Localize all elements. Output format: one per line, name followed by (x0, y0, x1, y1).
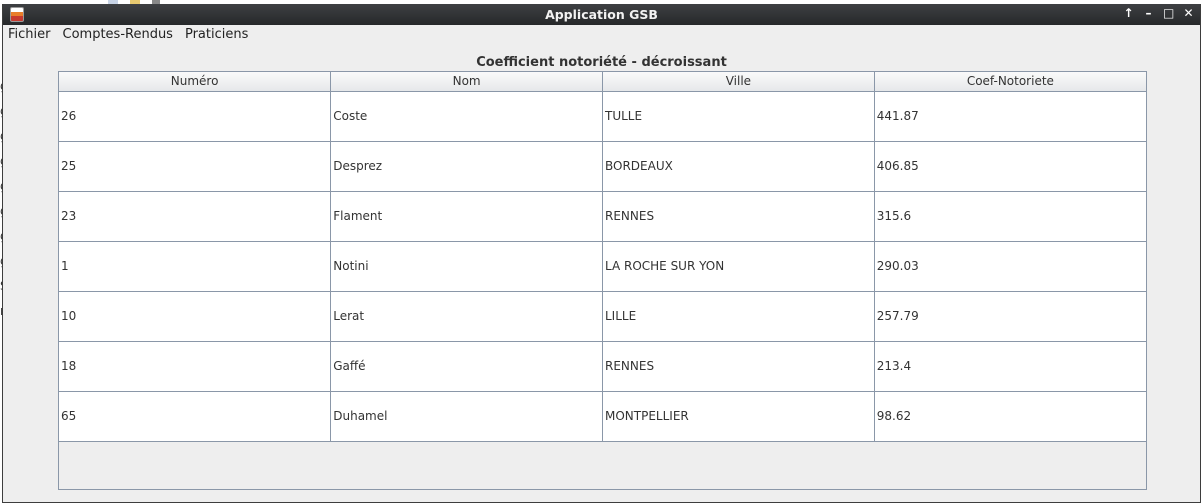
cell-nom[interactable]: Duhamel (330, 391, 603, 442)
table-row[interactable]: 23 Flament RENNES 315.6 (59, 191, 1146, 242)
cell-nom[interactable]: Gaffé (330, 341, 603, 392)
table-title: Coefficient notoriété - décroissant (476, 55, 727, 70)
window-controls: ↑ – □ ✕ (1123, 6, 1194, 20)
cell-ville[interactable]: LA ROCHE SUR YON (602, 241, 875, 292)
table-row[interactable]: 65 Duhamel MONTPELLIER 98.62 (59, 391, 1146, 442)
menu-comptes-rendus[interactable]: Comptes-Rendus (57, 25, 179, 45)
cell-ville[interactable]: RENNES (602, 341, 875, 392)
cell-numero[interactable]: 1 (59, 241, 332, 292)
table-row[interactable]: 18 Gaffé RENNES 213.4 (59, 341, 1146, 392)
table-row[interactable]: 10 Lerat LILLE 257.79 (59, 291, 1146, 342)
cell-ville[interactable]: BORDEAUX (602, 141, 875, 192)
cell-nom[interactable]: Flament (330, 191, 603, 242)
title-bar[interactable]: Application GSB ↑ – □ ✕ (3, 4, 1200, 25)
cell-ville[interactable]: LILLE (602, 291, 875, 342)
table-row[interactable]: 25 Desprez BORDEAUX 406.85 (59, 141, 1146, 192)
close-icon[interactable]: ✕ (1183, 6, 1194, 20)
table-row[interactable]: 26 Coste TULLE 441.87 (59, 91, 1146, 142)
cell-coef-notoriete[interactable]: 290.03 (874, 241, 1146, 292)
app-window: Application GSB ↑ – □ ✕ Fichier Comptes-… (2, 4, 1201, 503)
cell-coef-notoriete[interactable]: 315.6 (874, 191, 1146, 242)
cell-numero[interactable]: 18 (59, 341, 332, 392)
cell-coef-notoriete[interactable]: 257.79 (874, 291, 1146, 342)
cell-numero[interactable]: 65 (59, 391, 332, 442)
always-on-top-icon[interactable]: ↑ (1123, 6, 1134, 20)
cell-coef-notoriete[interactable]: 406.85 (874, 141, 1146, 192)
table-row[interactable]: 1 Notini LA ROCHE SUR YON 290.03 (59, 241, 1146, 292)
cell-numero[interactable]: 23 (59, 191, 332, 242)
column-header-nom[interactable]: Nom (330, 72, 603, 92)
cell-coef-notoriete[interactable]: 441.87 (874, 91, 1146, 142)
cell-nom[interactable]: Lerat (330, 291, 603, 342)
cell-ville[interactable]: TULLE (602, 91, 875, 142)
menu-praticiens[interactable]: Praticiens (179, 25, 254, 45)
menu-bar: Fichier Comptes-Rendus Praticiens (3, 25, 1200, 45)
cell-nom[interactable]: Coste (330, 91, 603, 142)
maximize-icon[interactable]: □ (1163, 6, 1174, 20)
column-header-numero[interactable]: Numéro (59, 72, 332, 92)
cell-coef-notoriete[interactable]: 98.62 (874, 391, 1146, 442)
minimize-icon[interactable]: – (1143, 6, 1154, 20)
menu-fichier[interactable]: Fichier (3, 25, 57, 45)
cell-numero[interactable]: 25 (59, 141, 332, 192)
cell-nom[interactable]: Desprez (330, 141, 603, 192)
praticiens-table: Numéro Nom Ville Coef-Notoriete 26 Coste T… (59, 72, 1146, 442)
cell-ville[interactable]: MONTPELLIER (602, 391, 875, 442)
cell-numero[interactable]: 10 (59, 291, 332, 342)
window-title: Application GSB (545, 7, 658, 22)
table-scroll-pane[interactable]: Numéro Nom Ville Coef-Notoriete 26 Coste T… (58, 71, 1147, 490)
cell-ville[interactable]: RENNES (602, 191, 875, 242)
column-header-ville[interactable]: Ville (602, 72, 875, 92)
column-header-coef-notoriete[interactable]: Coef-Notoriete (874, 72, 1146, 92)
cell-coef-notoriete[interactable]: 213.4 (874, 341, 1146, 392)
table-header-row: Numéro Nom Ville Coef-Notoriete (59, 72, 1146, 92)
cell-numero[interactable]: 26 (59, 91, 332, 142)
cell-nom[interactable]: Notini (330, 241, 603, 292)
